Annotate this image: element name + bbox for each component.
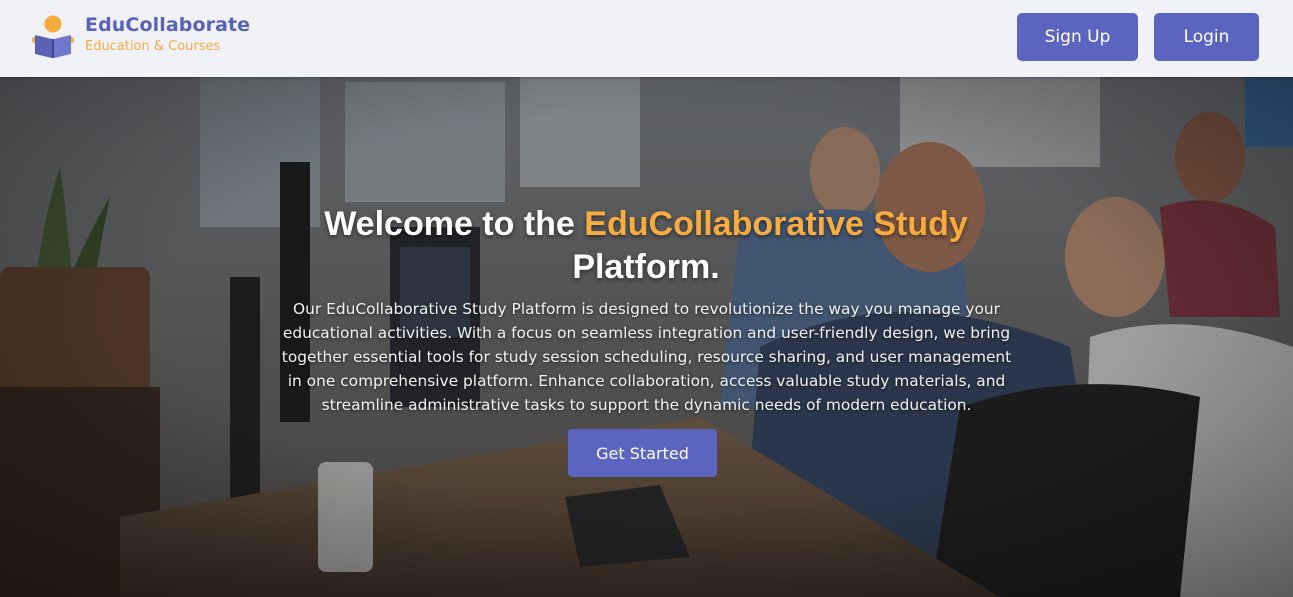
headline-suffix: Platform. xyxy=(572,248,720,286)
brand-subtitle: Education & Courses xyxy=(85,39,221,54)
reading-book-icon[interactable] xyxy=(32,14,74,60)
headline-prefix: Welcome to the xyxy=(324,205,585,243)
login-button[interactable]: Login xyxy=(1154,13,1259,61)
hero-section: Welcome to the EduCollaborative Study Pla… xyxy=(0,77,1293,597)
brand[interactable]: EduCollaborate Education & Courses xyxy=(85,14,250,54)
brand-title: EduCollaborate xyxy=(85,14,251,36)
hero-description: Our EduCollaborative Study Platform is d… xyxy=(281,300,1012,414)
get-started-button[interactable]: Get Started xyxy=(568,429,717,477)
sign-up-button[interactable]: Sign Up xyxy=(1017,13,1138,61)
site-header: EduCollaborate Education & Courses Sign … xyxy=(0,0,1293,77)
hero-headline: Welcome to the EduCollaborative Study Pla… xyxy=(246,203,1046,289)
headline-accent: EduCollaborative Study xyxy=(584,205,968,243)
